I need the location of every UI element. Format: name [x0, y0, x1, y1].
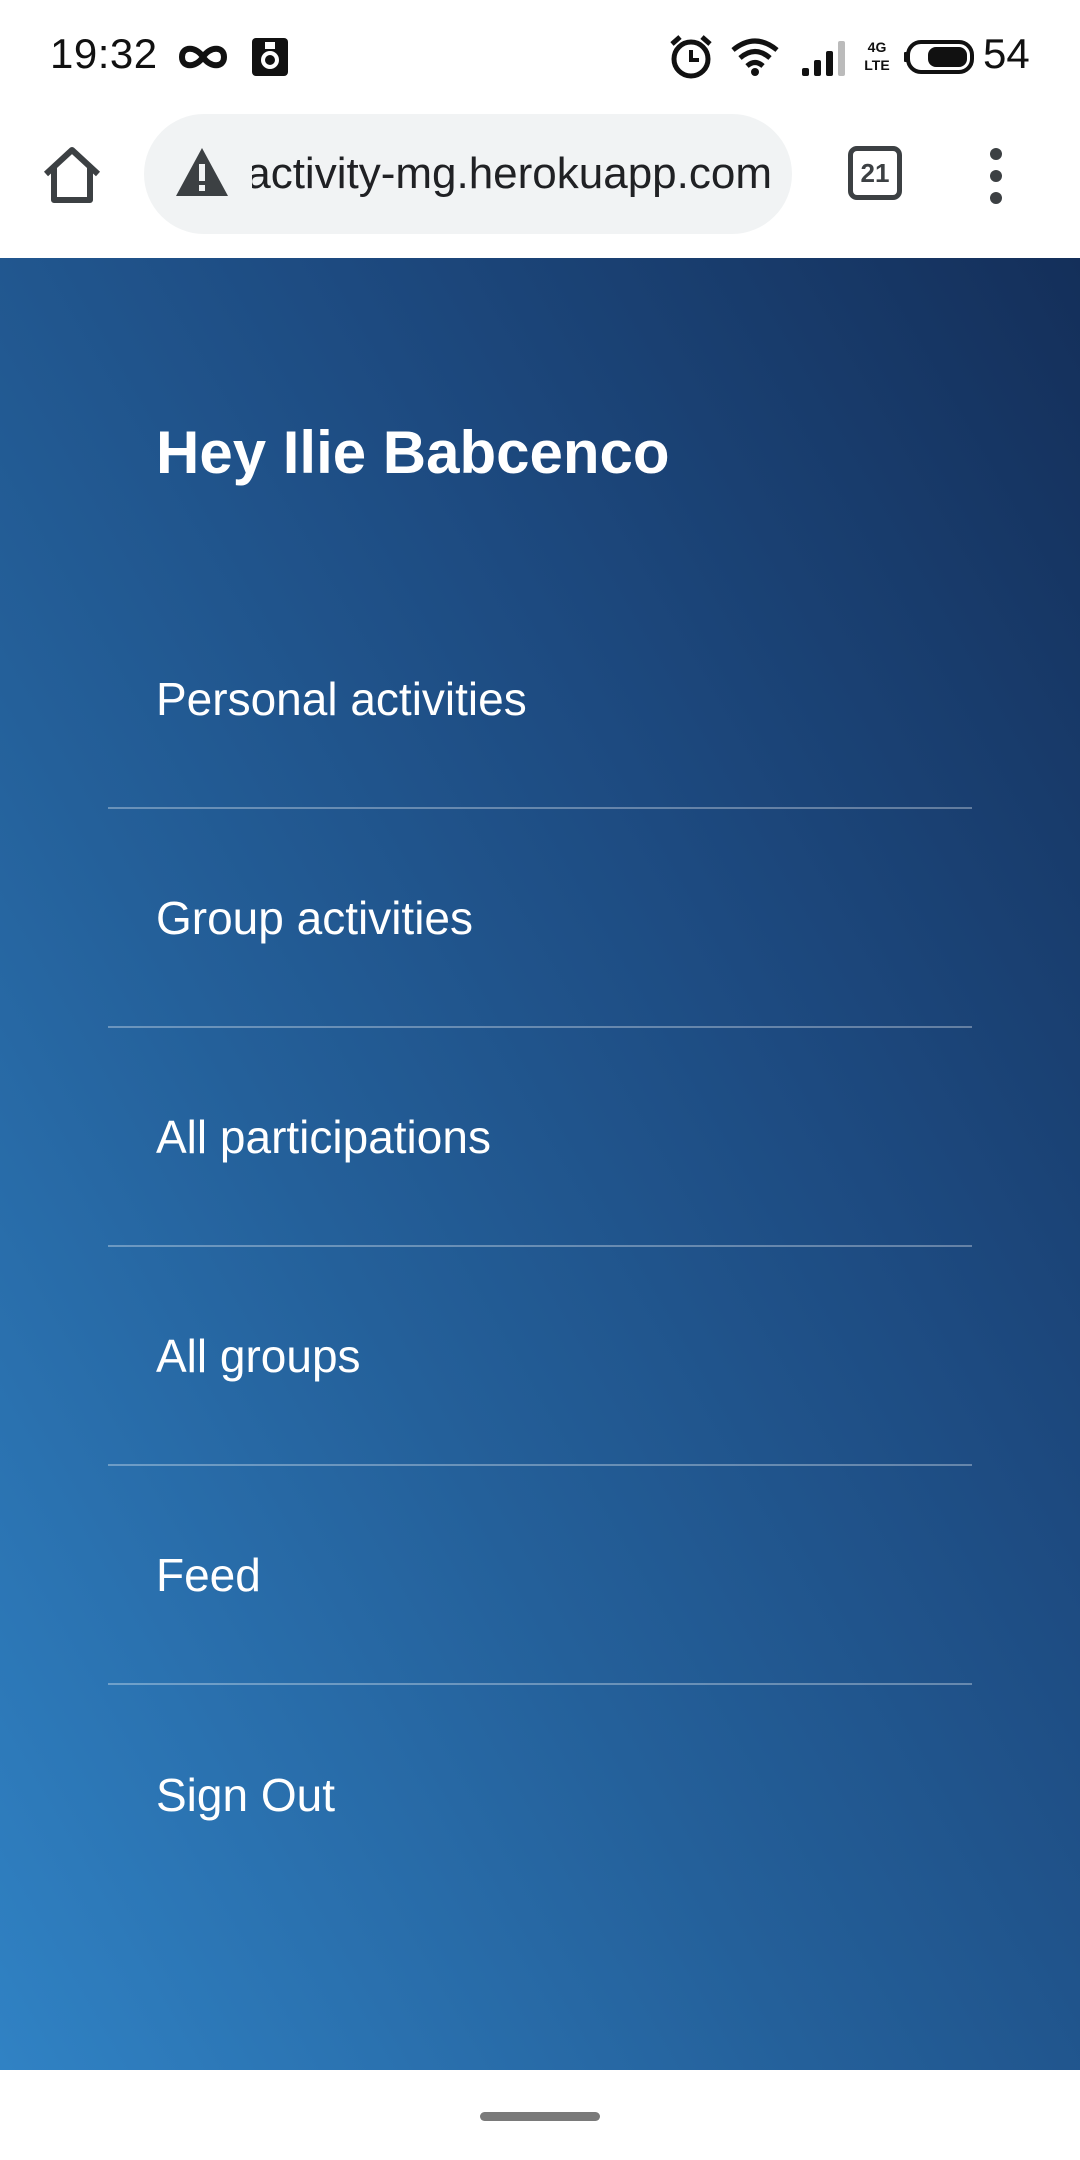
- nav-menu-panel: Hey Ilie Babcenco Personal activities Gr…: [0, 258, 1080, 2070]
- network-badge-bottom: LTE: [864, 57, 890, 73]
- more-vert-icon[interactable]: [978, 146, 1014, 206]
- battery-percent: 54: [983, 30, 1030, 77]
- infinity-icon: [178, 45, 228, 69]
- nav-item-all-participations[interactable]: All participations: [108, 1028, 972, 1247]
- tab-count: 21: [860, 157, 890, 188]
- app-notification-icon: [252, 38, 288, 76]
- network-type-badge: 4G LTE: [862, 38, 892, 74]
- network-badge-top: 4G: [867, 39, 887, 55]
- nav-item-feed[interactable]: Feed: [108, 1466, 972, 1685]
- battery-icon: [904, 40, 974, 74]
- url-text-container: activity-mg.herokuapp.com: [252, 114, 772, 234]
- nav-item-all-groups[interactable]: All groups: [108, 1247, 972, 1466]
- gesture-handle[interactable]: [480, 2112, 600, 2121]
- status-bar: 19:32 4G LTE 54: [0, 0, 1080, 110]
- tabs-button[interactable]: 21: [848, 146, 902, 200]
- system-gesture-area: [0, 2070, 1080, 2160]
- wifi-icon: [731, 38, 779, 76]
- nav-item-sign-out[interactable]: Sign Out: [108, 1685, 972, 1904]
- nav-item-personal-activities[interactable]: Personal activities: [108, 590, 972, 809]
- not-secure-warning-icon[interactable]: [174, 146, 230, 198]
- status-time: 19:32: [50, 30, 158, 77]
- nav-list: Personal activities Group activities All…: [108, 590, 972, 1904]
- greeting-heading: Hey Ilie Babcenco: [156, 419, 670, 486]
- signal-icon: [802, 41, 845, 76]
- alarm-icon: [670, 35, 712, 79]
- url-text: activity-mg.herokuapp.com: [252, 149, 772, 198]
- browser-toolbar: activity-mg.herokuapp.com 21: [0, 110, 1080, 258]
- nav-item-group-activities[interactable]: Group activities: [108, 809, 972, 1028]
- address-bar[interactable]: activity-mg.herokuapp.com: [144, 114, 792, 234]
- home-icon[interactable]: [38, 142, 106, 210]
